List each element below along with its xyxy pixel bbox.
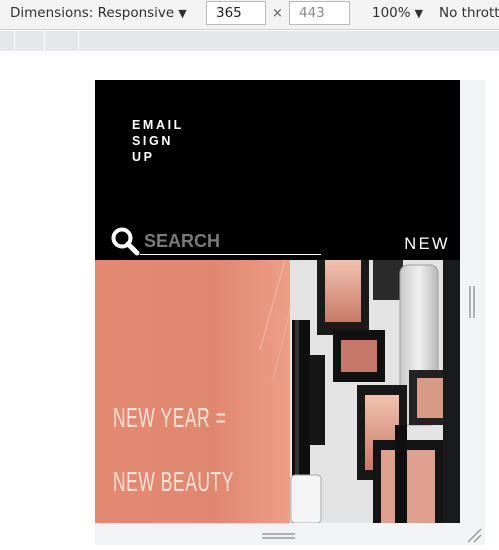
ruler-segment[interactable] (45, 31, 79, 51)
dropdown-arrow-icon: ▼ (414, 7, 424, 20)
ruler-segment[interactable] (15, 31, 45, 51)
device-toolbar: Dimensions: Responsive ▼ 365 × 443 100% ▼ … (0, 0, 499, 30)
hero-headline-line-2: NEW BEAUTY (113, 466, 234, 497)
dimensions-dropdown[interactable]: Dimensions: Responsive ▼ (10, 5, 187, 21)
hero-banner[interactable]: NEW YEAR = NEW BEAUTY (95, 260, 460, 523)
corner-resize-icon[interactable] (466, 527, 482, 543)
ruler-segment[interactable] (0, 31, 15, 51)
throttle-dropdown[interactable]: No thrott (439, 5, 499, 21)
search-bar (108, 223, 323, 259)
height-input[interactable]: 443 (289, 1, 350, 25)
search-input[interactable] (140, 225, 321, 255)
media-query-ruler (0, 31, 499, 51)
dimensions-label: Dimensions: Responsive (10, 5, 175, 21)
width-input[interactable]: 365 (206, 1, 266, 25)
hero-headline-line-1: NEW YEAR = (113, 402, 227, 433)
times-icon: × (272, 6, 283, 21)
height-resize-handle[interactable] (262, 533, 295, 539)
emulated-page: EMAIL SIGN UP NEW (95, 80, 460, 523)
zoom-dropdown[interactable]: 100% ▼ (372, 5, 423, 21)
dropdown-arrow-icon: ▼ (178, 7, 187, 20)
zoom-label: 100% (372, 5, 411, 21)
search-icon[interactable] (110, 226, 140, 256)
email-signup-link[interactable]: EMAIL SIGN UP (132, 117, 202, 165)
nav-new-link[interactable]: NEW (404, 235, 450, 254)
width-resize-handle[interactable] (469, 286, 475, 318)
